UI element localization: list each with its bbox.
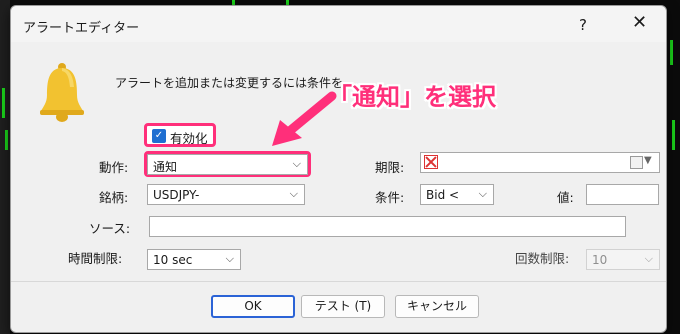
symbol-value: USDJPY- bbox=[153, 188, 200, 202]
chart-background-left bbox=[0, 0, 10, 334]
calendar-icon[interactable] bbox=[630, 156, 643, 169]
timeout-select[interactable]: 10 sec ⌵ bbox=[147, 249, 241, 270]
enable-checkbox[interactable]: ✓ 有効化 bbox=[144, 123, 216, 147]
condition-value: Bid < bbox=[426, 188, 460, 202]
max-iterations-select[interactable]: 10 ⌵ bbox=[586, 249, 660, 270]
chevron-down-icon: ⌵ bbox=[225, 252, 234, 265]
help-icon[interactable]: ? bbox=[579, 16, 587, 34]
value-label: 値: bbox=[557, 190, 574, 205]
chart-candle bbox=[5, 130, 8, 150]
enable-label: 有効化 bbox=[170, 131, 208, 146]
chart-candle bbox=[2, 88, 5, 118]
chevron-down-icon: ⌵ bbox=[478, 187, 487, 200]
alert-editor-dialog: アラートエディター ? ✕ アラートを追加または変更するには条件を ✓ 有効化 … bbox=[10, 5, 667, 333]
separator bbox=[11, 281, 666, 282]
source-label: ソース: bbox=[89, 221, 131, 236]
expiration-disabled-icon[interactable] bbox=[424, 155, 438, 169]
checkmark-icon: ✓ bbox=[152, 129, 166, 143]
description-text: アラートを追加または変更するには条件を bbox=[115, 76, 344, 90]
chevron-down-icon: ⌵ bbox=[644, 252, 653, 265]
chevron-down-icon: ⌵ bbox=[289, 187, 298, 200]
bell-icon bbox=[40, 63, 84, 122]
cancel-button[interactable]: キャンセル bbox=[395, 295, 479, 318]
action-label: 動作: bbox=[99, 160, 129, 175]
expiration-input[interactable] bbox=[420, 152, 660, 173]
source-input[interactable] bbox=[149, 216, 626, 237]
max-iterations-value: 10 bbox=[592, 253, 608, 267]
action-select[interactable]: 通知 ⌵ bbox=[147, 154, 308, 175]
chart-candle bbox=[670, 40, 673, 65]
value-input[interactable] bbox=[586, 184, 659, 205]
condition-select[interactable]: Bid < ⌵ bbox=[420, 184, 494, 205]
max-iterations-label: 回数制限: bbox=[515, 251, 570, 266]
symbol-label: 銘柄: bbox=[99, 190, 129, 205]
title-bar: アラートエディター ? ✕ bbox=[11, 6, 666, 42]
action-value: 通知 bbox=[153, 160, 178, 174]
chevron-down-icon[interactable]: ▼ bbox=[644, 155, 652, 166]
chevron-down-icon: ⌵ bbox=[292, 157, 301, 170]
close-icon[interactable]: ✕ bbox=[632, 12, 647, 33]
annotation-label: 「通知」を選択 bbox=[328, 83, 496, 111]
chart-candle bbox=[672, 120, 675, 150]
ok-button[interactable]: OK bbox=[211, 295, 295, 318]
timeout-label: 時間制限: bbox=[68, 251, 123, 266]
test-button[interactable]: テスト (T) bbox=[301, 295, 385, 318]
condition-label: 条件: bbox=[375, 190, 405, 205]
expiration-label: 期限: bbox=[375, 160, 405, 175]
symbol-select[interactable]: USDJPY- ⌵ bbox=[147, 184, 305, 205]
timeout-value: 10 sec bbox=[153, 253, 193, 267]
dialog-title: アラートエディター bbox=[23, 21, 140, 36]
